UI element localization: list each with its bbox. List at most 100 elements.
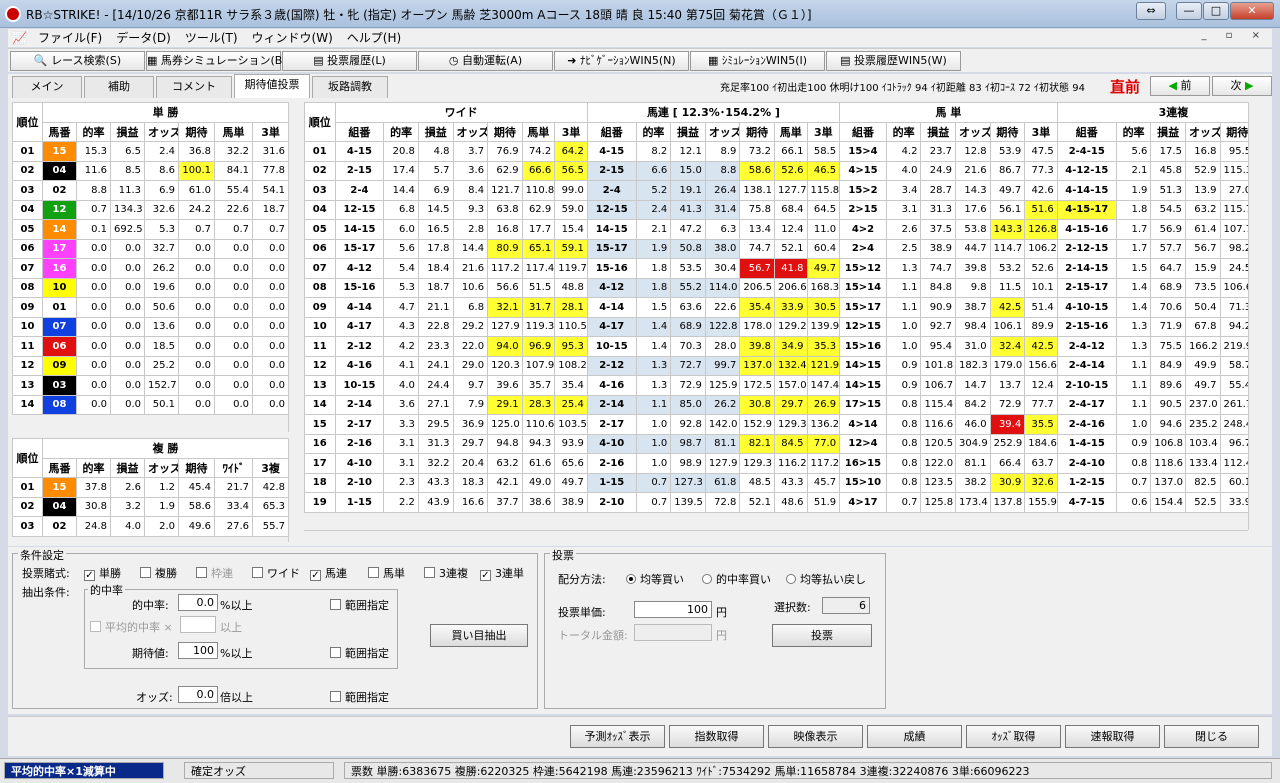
value-cell: 31.3 (417, 433, 454, 454)
fukusho-scrollbar[interactable] (288, 438, 302, 542)
value-cell: 0.0 (251, 316, 288, 337)
race-search-button[interactable]: 🔍 レース検索(S) (10, 51, 145, 71)
bet-checkbox[interactable]: ✓ 3連単 (480, 565, 524, 581)
navigation-win5-button[interactable]: ➜ ﾅﾋﾞｹﾞｰｼｮﾝWIN5(N) (554, 51, 689, 71)
odds-input[interactable]: 0.0 (178, 686, 218, 703)
value-cell: 117.4 (521, 258, 556, 279)
table-row[interactable]: 04 12 0.7 134.3 32.6 24.2 22.6 18.7 (12, 199, 288, 220)
tab-comment[interactable]: コメント (156, 76, 232, 98)
table-row[interactable]: 18 2-10 2.3 43.3 18.3 42.1 49.0 49.7 1-15 0.7 127.… (304, 472, 1248, 493)
table-row[interactable]: 17 4-10 3.1 32.2 20.4 63.2 61.6 65.6 2-16 1.0 98.9… (304, 453, 1248, 474)
table-row[interactable]: 12 4-16 4.1 24.1 29.0 120.3 107.9 108.2 2-12 1.3 7… (304, 355, 1248, 376)
flash-get-button[interactable]: 速報取得 (1065, 725, 1160, 748)
table-row[interactable]: 03 02 24.8 4.0 2.0 49.6 27.6 55.7 (12, 516, 288, 537)
table-row[interactable]: 06 15-17 5.6 17.8 14.4 80.9 65.1 59.1 15-17 1.9 50… (304, 238, 1248, 259)
value-cell: 0.8 (1115, 453, 1152, 474)
bet-checkbox[interactable]: ✓ 馬連 (310, 565, 347, 581)
menu-file[interactable]: ファイル(F) (31, 29, 109, 47)
bet-checkbox[interactable]: 3連複 (424, 565, 468, 581)
table-row[interactable]: 04 12-15 6.8 14.5 9.3 63.8 62.9 59.0 12-15 2.4 41.… (304, 199, 1248, 220)
table-row[interactable]: 09 01 0.0 0.0 50.6 0.0 0.0 0.0 (12, 297, 288, 318)
predict-odds-button[interactable]: 予測ｵｯｽﾞ表示 (570, 725, 665, 748)
bet-checkbox[interactable]: 複勝 (140, 565, 177, 581)
video-button[interactable]: 映像表示 (768, 725, 863, 748)
combo-hscroll[interactable] (304, 530, 1248, 544)
minimize-button[interactable]: — (1176, 2, 1202, 20)
results-button[interactable]: 成績 (867, 725, 962, 748)
tab-main[interactable]: メイン (12, 76, 82, 98)
close-button[interactable]: ✕ (1230, 2, 1274, 20)
restore-icon[interactable]: ⇔ (1136, 2, 1166, 20)
vote-history-win5-button[interactable]: ▤ 投票履歴WIN5(W) (826, 51, 961, 71)
table-row[interactable]: 08 10 0.0 0.0 19.6 0.0 0.0 0.0 (12, 277, 288, 298)
index-button[interactable]: 指数取得 (669, 725, 764, 748)
hit-buy-radio[interactable]: 的中率買い (702, 571, 771, 587)
value-cell: 110.8 (521, 180, 556, 201)
table-row[interactable]: 12 09 0.0 0.0 25.2 0.0 0.0 0.0 (12, 355, 288, 376)
maximize-button[interactable]: □ (1203, 2, 1229, 20)
extract-button[interactable]: 買い目抽出 (430, 624, 528, 647)
table-row[interactable]: 08 15-16 5.3 18.7 10.6 56.6 51.5 48.8 4-12 1.8 55.… (304, 277, 1248, 298)
expected-input[interactable]: 100 (178, 642, 218, 659)
next-button[interactable]: 次 ▶ (1212, 76, 1272, 96)
value-cell: 1.5 (635, 297, 672, 318)
exp-range-checkbox[interactable]: 範囲指定 (330, 645, 389, 661)
table-row[interactable]: 16 2-16 3.1 31.3 29.7 94.8 94.3 93.9 4-10 1.0 98.7… (304, 433, 1248, 454)
hit-rate-input[interactable]: 0.0 (178, 594, 218, 611)
table-row[interactable]: 11 06 0.0 0.0 18.5 0.0 0.0 0.0 (12, 336, 288, 357)
tab-sub[interactable]: 補助 (84, 76, 154, 98)
table-row[interactable]: 14 2-14 3.6 27.1 7.9 29.1 28.3 25.4 2-14 1.1 85.0 2… (304, 394, 1248, 415)
bet-simulation-button[interactable]: ▦ 馬券シミュレーション(B) (146, 51, 287, 71)
mdi-controls[interactable]: _ ▫ × (1201, 30, 1268, 41)
bet-checkbox[interactable]: ワイド (252, 565, 300, 581)
table-row[interactable]: 02 2-15 17.4 5.7 3.6 62.9 66.6 56.5 2-15 6.6 15.0 8… (304, 160, 1248, 181)
hit-range-checkbox[interactable]: 範囲指定 (330, 597, 389, 613)
table-row[interactable]: 14 08 0.0 0.0 50.1 0.0 0.0 0.0 (12, 394, 288, 415)
table-row[interactable]: 07 16 0.0 0.0 26.2 0.0 0.0 0.0 (12, 258, 288, 279)
table-row[interactable]: 06 17 0.0 0.0 32.7 0.0 0.0 0.0 (12, 238, 288, 259)
vote-history-button[interactable]: ▤ 投票履歴(L) (282, 51, 417, 71)
bet-checkbox[interactable]: ✓ 単勝 (84, 565, 121, 581)
table-row[interactable]: 05 14-15 6.0 16.5 2.8 16.8 17.7 15.4 14-15 2.1 47.… (304, 219, 1248, 240)
table-row[interactable]: 03 02 8.8 11.3 6.9 61.0 55.4 54.1 (12, 180, 288, 201)
prev-button[interactable]: ◀ 前 (1150, 76, 1210, 96)
vote-button[interactable]: 投票 (772, 624, 872, 647)
menu-data[interactable]: データ(D) (109, 29, 178, 47)
unit-input[interactable]: 100 (634, 601, 712, 618)
table-row[interactable]: 01 15 15.3 6.5 2.4 36.8 32.2 31.6 (12, 141, 288, 162)
table-row[interactable]: 07 4-12 5.4 18.4 21.6 117.2 117.4 119.7 15-16 1.8… (304, 258, 1248, 279)
table-row[interactable]: 02 04 11.6 8.5 8.6 100.1 84.1 77.8 (12, 160, 288, 181)
table-row[interactable]: 09 4-14 4.7 21.1 6.8 32.1 31.7 28.1 4-14 1.5 63.6 2… (304, 297, 1248, 318)
menu-tools[interactable]: ツール(T) (178, 29, 245, 47)
table-row[interactable]: 15 2-17 3.3 29.5 36.9 125.0 110.6 103.5 2-17 1.0 9… (304, 414, 1248, 435)
equal-payout-radio[interactable]: 均等払い戻し (786, 571, 866, 587)
combo-vscroll[interactable] (1248, 102, 1262, 530)
auto-run-button[interactable]: ◷ 自動運転(A) (418, 51, 553, 71)
table-row[interactable]: 01 15 37.8 2.6 1.2 45.4 21.7 42.8 (12, 477, 288, 498)
table-row[interactable]: 13 10-15 4.0 24.4 9.7 39.6 35.7 35.4 4-16 1.3 72.9… (304, 375, 1248, 396)
tab-expected-vote[interactable]: 期待値投票 (234, 74, 310, 98)
menu-help[interactable]: ヘルプ(H) (340, 29, 408, 47)
table-row[interactable]: 19 1-15 2.2 43.9 16.6 37.7 38.6 38.9 2-10 0.7 139.… (304, 492, 1248, 513)
table-row[interactable]: 10 07 0.0 0.0 13.6 0.0 0.0 0.0 (12, 316, 288, 337)
value-cell: 20.4 (452, 453, 489, 474)
menu-window[interactable]: ウィンドウ(W) (245, 29, 340, 47)
odds-get-button[interactable]: ｵｯｽﾞ取得 (966, 725, 1061, 748)
table-row[interactable]: 05 14 0.1 692.5 5.3 0.7 0.7 0.7 (12, 219, 288, 240)
table-row[interactable]: 10 4-17 4.3 22.8 29.2 127.9 119.3 110.5 4-17 1.4 6… (304, 316, 1248, 337)
table-row[interactable]: 01 4-15 20.8 4.8 3.7 76.9 74.2 64.2 4-15 8.2 12.1 8… (304, 141, 1248, 162)
table-row[interactable]: 13 03 0.0 0.0 152.7 0.0 0.0 0.0 (12, 375, 288, 396)
tab-slope-training[interactable]: 坂路調教 (312, 76, 388, 98)
value-cell: 61.8 (704, 472, 741, 493)
odds-range-checkbox[interactable]: 範囲指定 (330, 689, 389, 705)
simulation-win5-button[interactable]: ▦ ｼﾐｭﾚｰｼｮﾝWIN5(I) (690, 51, 825, 71)
bet-checkbox[interactable]: 枠連 (196, 565, 233, 581)
table-row[interactable]: 03 2-4 14.4 6.9 8.4 121.7 110.8 99.0 2-4 5.2 19.1 2… (304, 180, 1248, 201)
tansho-scrollbar[interactable] (288, 102, 302, 432)
bet-checkbox[interactable]: 馬単 (368, 565, 405, 581)
value-cell: 4.2 (885, 141, 922, 162)
equal-buy-radio[interactable]: 均等買い (626, 571, 684, 587)
close-window-button[interactable]: 閉じる (1164, 725, 1259, 748)
table-row[interactable]: 11 2-12 4.2 23.3 22.0 94.0 96.9 95.3 10-15 1.4 70.… (304, 336, 1248, 357)
table-row[interactable]: 02 04 30.8 3.2 1.9 58.6 33.4 65.3 (12, 496, 288, 517)
